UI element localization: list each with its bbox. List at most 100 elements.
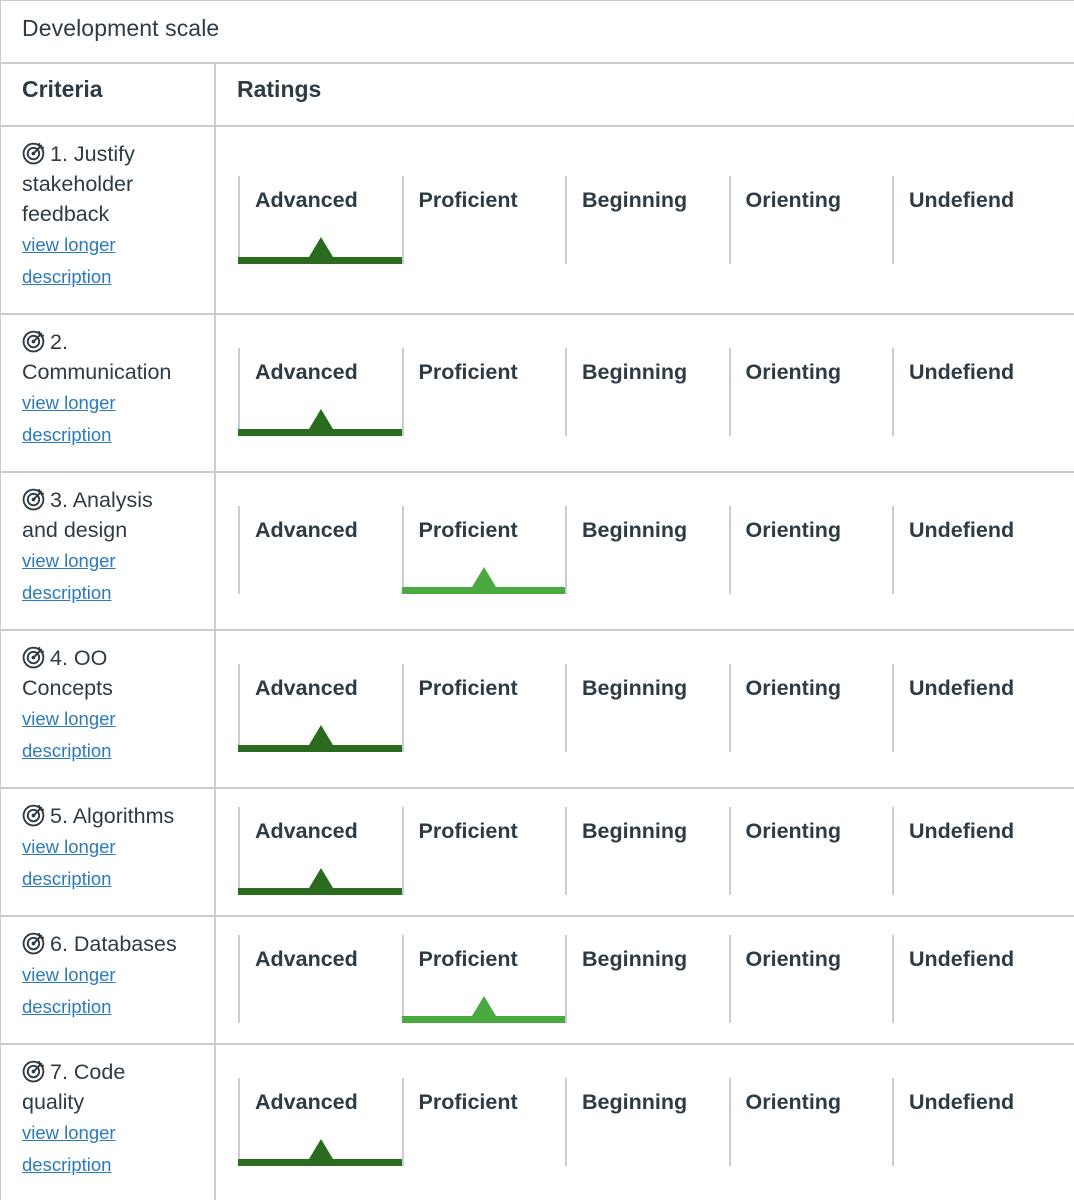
rating-undefiend[interactable]: Undefiend xyxy=(892,506,1056,594)
rating-proficient[interactable]: Proficient xyxy=(401,176,566,264)
rating-beginning[interactable]: Beginning xyxy=(565,807,729,895)
rating-undefiend[interactable]: Undefiend xyxy=(892,348,1056,436)
rating-label: Beginning xyxy=(582,819,688,843)
rating-beginning[interactable]: Beginning xyxy=(565,348,729,436)
ratings-cell: Advanced Proficient Beginning Orienting Unde… xyxy=(215,126,1074,314)
rating-proficient[interactable]: Proficient xyxy=(401,348,566,436)
rating-beginning[interactable]: Beginning xyxy=(565,506,729,594)
outcome-target-icon xyxy=(22,330,45,353)
rating-label: Orienting xyxy=(745,188,842,212)
rating-label: Undefiend xyxy=(909,1090,1015,1114)
ratings-cell: Advanced Proficient Beginning Orienting Unde… xyxy=(215,472,1074,630)
rating-advanced[interactable]: Advanced xyxy=(238,935,402,1023)
selected-rating-bar xyxy=(238,1159,404,1166)
selected-rating-bar xyxy=(401,1016,567,1023)
rating-label: Undefiend xyxy=(909,360,1015,384)
rating-label: Orienting xyxy=(745,360,842,384)
view-longer-description-link[interactable]: view longer description xyxy=(22,229,204,293)
rating-proficient[interactable]: Proficient xyxy=(401,935,567,1023)
link-text-line: description xyxy=(22,582,112,603)
link-text-line: view longer xyxy=(22,1122,116,1143)
outcome-target-icon xyxy=(22,1060,45,1083)
rating-undefiend[interactable]: Undefiend xyxy=(892,664,1056,752)
selected-rating-indicator-icon xyxy=(472,567,497,587)
criterion-cell: 7. Code quality view longer description xyxy=(1,1044,216,1200)
rating-proficient[interactable]: Proficient xyxy=(401,807,566,895)
rating-label: Advanced xyxy=(255,360,358,384)
criterion-name-line: feedback xyxy=(22,202,110,226)
criterion-name-line: 7. Code xyxy=(50,1060,126,1084)
criterion-row: 5. Algorithms view longer description Advan… xyxy=(1,788,1074,916)
rubric: Development scale Criteria Ratings 1. Ju… xyxy=(0,0,1074,1200)
ratings-cell: Advanced Proficient Beginning Orienting Unde… xyxy=(215,1044,1074,1200)
rating-proficient[interactable]: Proficient xyxy=(401,1078,566,1166)
criterion-name-line: Communication xyxy=(22,360,172,384)
outcome-target-icon xyxy=(22,142,45,165)
criterion-cell: 6. Databases view longer description xyxy=(1,916,216,1044)
rating-label: Orienting xyxy=(745,1090,842,1114)
rating-label: Beginning xyxy=(582,947,688,971)
view-longer-description-link[interactable]: view longer description xyxy=(22,959,204,1023)
view-longer-description-link[interactable]: view longer description xyxy=(22,387,204,451)
rating-label: Advanced xyxy=(255,518,358,542)
rating-undefiend[interactable]: Undefiend xyxy=(892,176,1056,264)
rubric-body: 1. Justify stakeholder feedback view longer… xyxy=(1,126,1074,1200)
rating-options: Advanced Proficient Beginning Orienting Unde… xyxy=(238,1078,1074,1166)
rating-orienting[interactable]: Orienting xyxy=(728,935,893,1023)
rating-label: Undefiend xyxy=(909,947,1015,971)
selected-rating-indicator-icon xyxy=(308,1139,333,1159)
outcome-target-icon xyxy=(22,646,45,669)
rating-advanced[interactable]: Advanced xyxy=(238,807,404,895)
ratings-cell: Advanced Proficient Beginning Orienting Unde… xyxy=(215,314,1074,472)
rating-undefiend[interactable]: Undefiend xyxy=(892,935,1056,1023)
rating-beginning[interactable]: Beginning xyxy=(565,664,729,752)
rating-advanced[interactable]: Advanced xyxy=(238,1078,404,1166)
rating-undefiend[interactable]: Undefiend xyxy=(892,1078,1056,1166)
rating-orienting[interactable]: Orienting xyxy=(728,506,893,594)
criterion-name-line: stakeholder xyxy=(22,172,134,196)
link-text-line: view longer xyxy=(22,708,116,729)
rating-beginning[interactable]: Beginning xyxy=(565,1078,729,1166)
criterion-cell: 3. Analysis and design view longer descript… xyxy=(1,472,216,630)
rating-orienting[interactable]: Orienting xyxy=(728,1078,893,1166)
link-text-line: view longer xyxy=(22,234,116,255)
selected-rating-indicator-icon xyxy=(308,237,333,257)
view-longer-description-link[interactable]: view longer description xyxy=(22,831,204,895)
link-text-line: description xyxy=(22,868,112,889)
rating-beginning[interactable]: Beginning xyxy=(565,935,729,1023)
view-longer-description-link[interactable]: view longer description xyxy=(22,545,204,609)
criterion-name-line: 4. OO xyxy=(50,646,108,670)
rating-advanced[interactable]: Advanced xyxy=(238,348,404,436)
criterion-row: 7. Code quality view longer description Adva… xyxy=(1,1044,1074,1200)
rating-orienting[interactable]: Orienting xyxy=(728,348,893,436)
rating-orienting[interactable]: Orienting xyxy=(728,664,893,752)
link-text-line: view longer xyxy=(22,964,116,985)
criterion-row: 6. Databases view longer description Advanc… xyxy=(1,916,1074,1044)
rating-label: Orienting xyxy=(745,518,842,542)
rating-label: Proficient xyxy=(418,676,518,700)
rating-undefiend[interactable]: Undefiend xyxy=(892,807,1056,895)
rating-beginning[interactable]: Beginning xyxy=(565,176,729,264)
view-longer-description-link[interactable]: view longer description xyxy=(22,1117,204,1181)
view-longer-description-link[interactable]: view longer description xyxy=(22,703,204,767)
rating-advanced[interactable]: Advanced xyxy=(238,506,402,594)
rating-label: Orienting xyxy=(745,819,842,843)
rating-label: Beginning xyxy=(582,360,688,384)
rating-orienting[interactable]: Orienting xyxy=(728,807,893,895)
criterion-cell: 1. Justify stakeholder feedback view longer… xyxy=(1,126,216,314)
rating-proficient[interactable]: Proficient xyxy=(401,506,567,594)
link-text-line: description xyxy=(22,1154,112,1175)
selected-rating-bar xyxy=(238,429,404,436)
rating-proficient[interactable]: Proficient xyxy=(401,664,566,752)
rating-label: Proficient xyxy=(418,518,518,542)
rating-orienting[interactable]: Orienting xyxy=(728,176,893,264)
rating-advanced[interactable]: Advanced xyxy=(238,664,404,752)
link-text-line: view longer xyxy=(22,550,116,571)
link-text-line: description xyxy=(22,996,112,1017)
rating-label: Proficient xyxy=(418,188,518,212)
rating-advanced[interactable]: Advanced xyxy=(238,176,404,264)
rating-label: Undefiend xyxy=(909,518,1015,542)
criterion-name: 4. OO Concepts xyxy=(22,643,204,703)
rating-label: Beginning xyxy=(582,1090,688,1114)
criterion-name: 1. Justify stakeholder feedback xyxy=(22,139,204,229)
